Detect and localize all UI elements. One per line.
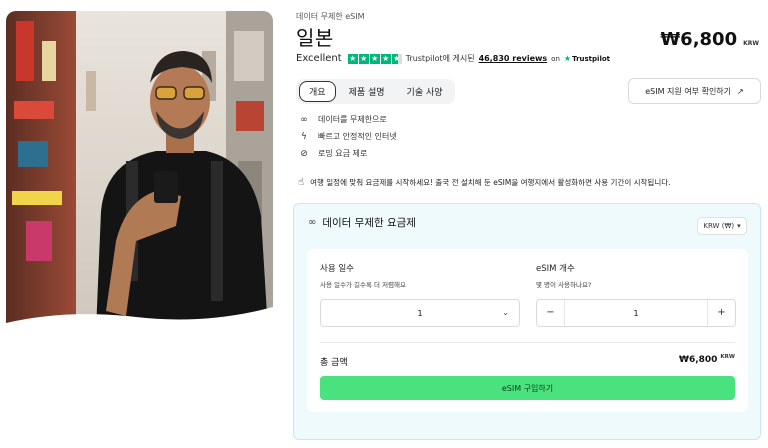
esim-count-stepper: − 1 + [536, 299, 736, 327]
price: ₩6,800 KRW [660, 29, 759, 50]
feature-text: 로밍 요금 제로 [318, 149, 368, 158]
tab-bar: 개요 제품 설명 기술 사양 [296, 79, 455, 104]
decrement-button[interactable]: − [537, 300, 565, 326]
feature-text: 데이터를 무제한으로 [318, 115, 387, 124]
trustpilot-logo: ★ Trustpilot [564, 54, 610, 63]
bolt-icon: ϟ [301, 131, 307, 142]
check-button-label: eSIM 지원 여부 확인하기 [645, 86, 732, 96]
no-roaming-icon: ⊘ [300, 148, 308, 159]
days-label: 사용 일수 [320, 264, 354, 274]
feature-list: ∞ 데이터를 무제한으로 ϟ 빠르고 안정적인 인터넷 ⊘ 로밍 요금 제로 [298, 114, 397, 159]
total-label: 총 금액 [320, 358, 348, 368]
check-esim-compatibility-button[interactable]: eSIM 지원 여부 확인하기 ↗ [628, 78, 761, 104]
reviews-link[interactable]: 46,830 reviews [479, 54, 548, 63]
plan-title: ∞ 데이터 무제한 요금제 [308, 215, 416, 230]
currency-select-value: KRW (₩) [703, 222, 735, 230]
star-icon: ★ [380, 53, 391, 64]
total-amount-value: ₩6,800 [679, 355, 718, 365]
buy-esim-button[interactable]: eSIM 구입하기 [320, 376, 735, 400]
trustpilot-star-icon: ★ [563, 54, 572, 63]
star-half-icon: ★ [391, 53, 402, 64]
trustpilot-brand: Trustpilot [572, 54, 610, 63]
price-amount: ₩6,800 [660, 29, 738, 50]
trustpilot-rating[interactable]: Excellent ★ ★ ★ ★ ★ Trustpilot에 게시된 46,8… [296, 53, 610, 64]
days-value: 1 [417, 309, 423, 318]
days-help: 사용 일수가 길수록 더 저렴해요 [320, 281, 407, 289]
tab-tech-specs[interactable]: 기술 사양 [398, 82, 452, 101]
trustpilot-text: Trustpilot에 게시된 [405, 54, 475, 63]
page-title: 일본 [296, 26, 334, 50]
days-select[interactable]: 1 ⌄ [320, 299, 520, 327]
rating-stars: ★ ★ ★ ★ ★ [347, 53, 402, 64]
external-link-icon: ↗ [737, 86, 744, 96]
hero-photo [6, 11, 273, 333]
chevron-down-icon: ⌄ [502, 308, 509, 317]
activation-notice: ☝ 여행 일정에 맞춰 요금제를 시작하세요! 출국 전 설치해 둔 eSIM을… [298, 177, 671, 188]
notice-text: 여행 일정에 맞춰 요금제를 시작하세요! 출국 전 설치해 둔 eSIM을 여… [310, 178, 671, 187]
infinity-icon: ∞ [308, 217, 317, 228]
rating-label: Excellent [296, 53, 342, 64]
esim-count-label: eSIM 개수 [536, 264, 575, 274]
phone-hand-icon: ☝ [298, 177, 305, 188]
star-icon: ★ [347, 53, 358, 64]
esim-count-help: 몇 명이 사용하나요? [536, 281, 592, 289]
price-currency: KRW [743, 40, 759, 47]
divider [320, 342, 735, 343]
breadcrumb[interactable]: 데이터 무제한 eSIM [296, 11, 365, 22]
plan-options: 사용 일수 사용 일수가 길수록 더 저렴해요 1 ⌄ eSIM 개수 몇 명이… [307, 249, 748, 412]
feature-text: 빠르고 안정적인 인터넷 [318, 132, 397, 141]
star-icon: ★ [358, 53, 369, 64]
total-currency: KRW [720, 354, 735, 360]
list-item: ⊘ 로밍 요금 제로 [298, 148, 397, 159]
star-icon: ★ [369, 53, 380, 64]
currency-select[interactable]: KRW (₩) ▾ [697, 217, 747, 235]
plan-card: ∞ 데이터 무제한 요금제 KRW (₩) ▾ 사용 일수 사용 일수가 길수록… [293, 203, 761, 440]
increment-button[interactable]: + [707, 300, 735, 326]
tab-overview[interactable]: 개요 [299, 81, 336, 102]
total-amount: ₩6,800 KRW [679, 354, 735, 365]
list-item: ϟ 빠르고 안정적인 인터넷 [298, 131, 397, 142]
rating-on: on [551, 54, 560, 63]
plan-title-text: 데이터 무제한 요금제 [322, 217, 416, 229]
esim-count-value[interactable]: 1 [565, 309, 707, 318]
infinity-icon: ∞ [300, 114, 308, 125]
chevron-down-icon: ▾ [737, 222, 741, 230]
list-item: ∞ 데이터를 무제한으로 [298, 114, 397, 125]
tab-product-description[interactable]: 제품 설명 [340, 82, 394, 101]
